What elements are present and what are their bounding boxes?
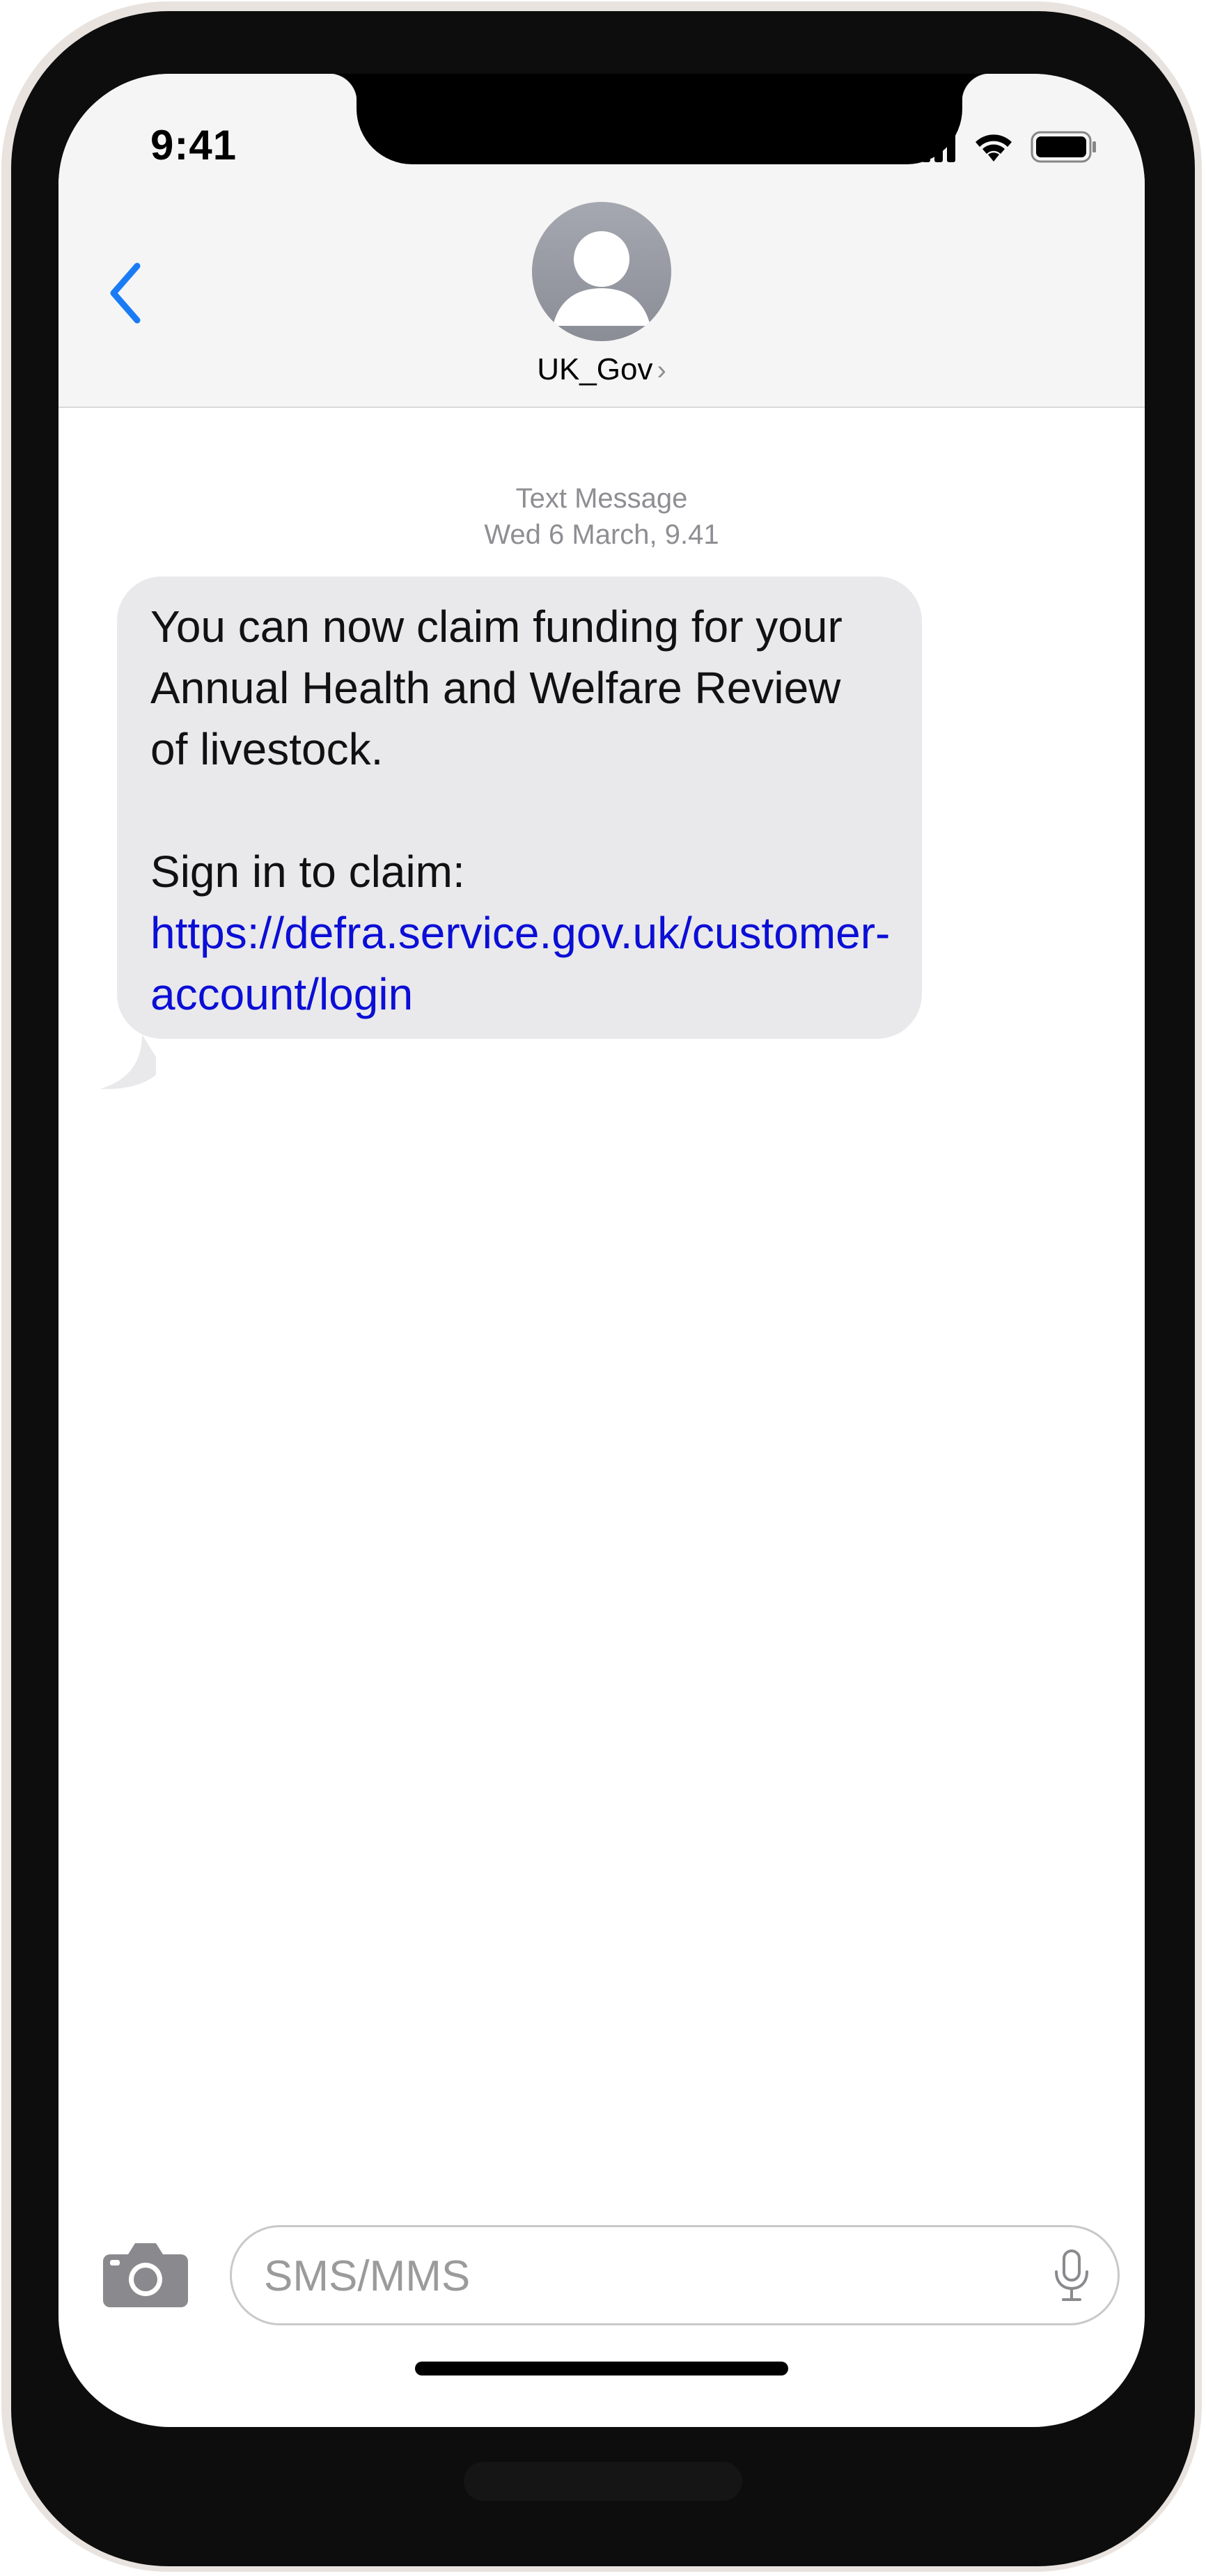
message-text: You can now claim funding for your Annua… bbox=[150, 602, 843, 774]
message-signin-line: Sign in to claim: https://defra.service.… bbox=[150, 841, 890, 1025]
camera-button[interactable] bbox=[102, 2239, 189, 2309]
phone-bottom-speaker bbox=[464, 2462, 742, 2501]
notch-corner-right bbox=[962, 74, 990, 102]
incoming-message-bubble[interactable]: You can now claim funding for your Annua… bbox=[117, 576, 922, 1039]
chevron-left-icon bbox=[110, 262, 141, 324]
phone-screen: 9:41 UK_Gov › Text Message Wed 6 March, … bbox=[58, 74, 1145, 2427]
home-indicator[interactable] bbox=[415, 2362, 788, 2375]
login-link[interactable]: https://defra.service.gov.uk/customer-ac… bbox=[150, 908, 890, 1019]
message-signin-prefix: Sign in to claim: bbox=[150, 847, 465, 897]
notch-corner-left bbox=[329, 74, 357, 102]
status-time: 9:41 bbox=[150, 122, 237, 168]
message-composer bbox=[230, 2225, 1120, 2325]
message-timestamp: Wed 6 March, 9.41 bbox=[484, 519, 719, 550]
person-avatar-icon bbox=[553, 231, 650, 326]
contact-name-button[interactable]: UK_Gov › bbox=[58, 352, 1145, 387]
message-type-label: Text Message bbox=[515, 483, 688, 514]
message-meta: Text Message Wed 6 March, 9.41 bbox=[58, 480, 1145, 553]
contact-avatar[interactable] bbox=[532, 202, 671, 341]
chevron-right-icon: › bbox=[657, 355, 666, 386]
bubble-tail bbox=[100, 1035, 156, 1090]
sms-input[interactable] bbox=[263, 2227, 1017, 2325]
mic-button[interactable] bbox=[1051, 2248, 1093, 2304]
microphone-icon bbox=[1055, 2249, 1088, 2301]
contact-name: UK_Gov bbox=[537, 352, 653, 386]
camera-icon bbox=[103, 2243, 188, 2307]
wifi-icon bbox=[976, 134, 1012, 162]
battery-icon bbox=[1031, 131, 1096, 163]
notch bbox=[357, 74, 962, 164]
back-button[interactable] bbox=[97, 255, 153, 331]
